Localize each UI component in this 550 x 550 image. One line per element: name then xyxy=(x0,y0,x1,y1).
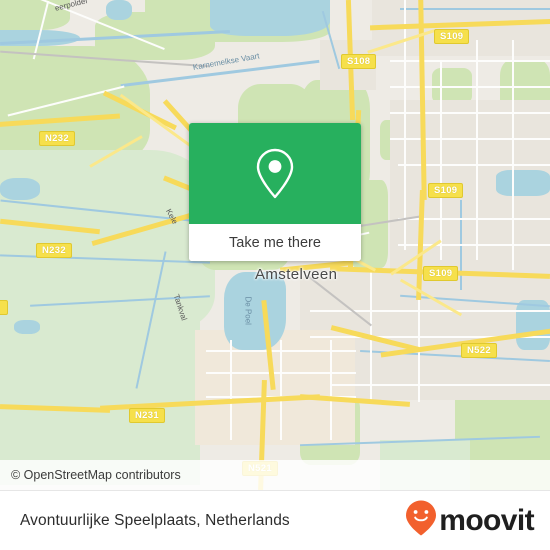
attribution-text: © OpenStreetMap contributors xyxy=(11,468,181,482)
take-me-there-button[interactable]: Take me there xyxy=(189,224,361,261)
highway-shield: N232 xyxy=(39,131,75,146)
highway-shield: S109 xyxy=(434,29,470,44)
location-popup-card[interactable]: Take me there xyxy=(189,123,361,261)
moovit-logo[interactable]: moovit xyxy=(405,499,535,542)
popup-header xyxy=(189,123,361,224)
moovit-map-screenshot: Karnemelkse Vaart De Poel Tankval Kele e… xyxy=(0,0,550,550)
map-canvas[interactable]: Karnemelkse Vaart De Poel Tankval Kele e… xyxy=(0,0,550,490)
highway-shield: S108 xyxy=(341,54,377,69)
map-pin-icon xyxy=(252,146,298,202)
highway-shield: N232 xyxy=(36,243,72,258)
highway-shield: N522 xyxy=(461,343,497,358)
moovit-logo-text: moovit xyxy=(439,503,534,537)
highway-shield-clipped xyxy=(0,300,8,315)
place-title: Avontuurlijke Speelplaats, Netherlands xyxy=(20,511,290,529)
highway-shield: N231 xyxy=(129,408,165,423)
map-attribution: © OpenStreetMap contributors xyxy=(0,460,550,490)
highway-shield: S109 xyxy=(423,266,459,281)
footer-bar: Avontuurlijke Speelplaats, Netherlands m… xyxy=(0,490,550,550)
highway-shield: S109 xyxy=(428,183,464,198)
moovit-pin-smiley-icon xyxy=(405,499,437,542)
